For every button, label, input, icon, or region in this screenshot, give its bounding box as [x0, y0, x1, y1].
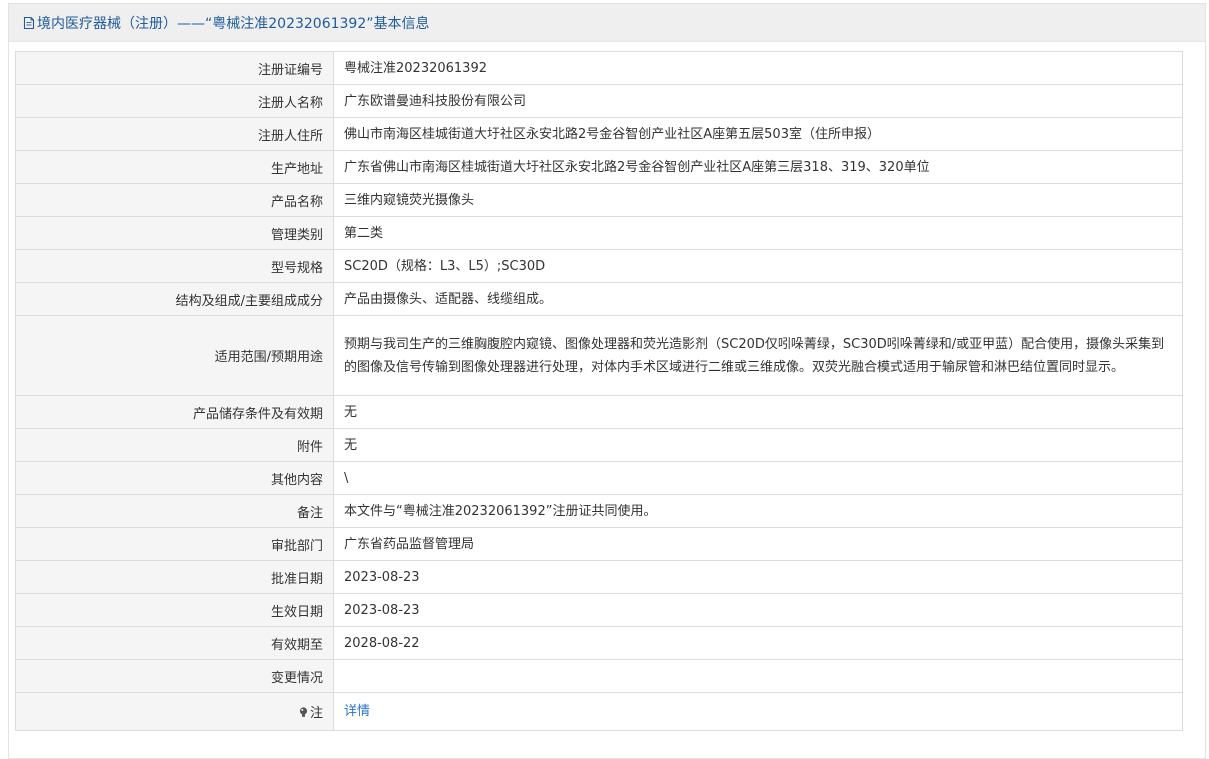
row-label: 注册人名称 — [15, 84, 334, 118]
row-value: 三维内窥镜荧光摄像头 — [333, 183, 1183, 217]
note-row: 注 详情 — [15, 692, 1183, 731]
table-row: 注册证编号 粤械注准20232061392 — [15, 51, 1183, 85]
row-label: 注册证编号 — [15, 51, 334, 85]
row-label: 生产地址 — [15, 150, 334, 184]
row-label: 附件 — [15, 428, 334, 462]
row-value: 2028-08-22 — [333, 626, 1183, 660]
table-row: 结构及组成/主要组成成分 产品由摄像头、适配器、线缆组成。 — [15, 282, 1183, 316]
row-value: \ — [333, 461, 1183, 495]
row-label: 其他内容 — [15, 461, 334, 495]
row-value: 预期与我司生产的三维胸腹腔内窥镜、图像处理器和荧光造影剂（SC20D仅吲哚菁绿，… — [333, 315, 1183, 396]
document-icon — [23, 16, 35, 30]
row-label: 注册人住所 — [15, 117, 334, 151]
info-bulb-icon — [299, 707, 308, 718]
table-row: 生效日期 2023-08-23 — [15, 593, 1183, 627]
row-label: 产品储存条件及有效期 — [15, 395, 334, 429]
table-row: 附件 无 — [15, 428, 1183, 462]
row-value: SC20D（规格：L3、L5）;SC30D — [333, 249, 1183, 283]
panel-header: 境内医疗器械（注册）——“粤械注准20232061392”基本信息 — [9, 4, 1205, 42]
row-value: 本文件与“粤械注准20232061392”注册证共同使用。 — [333, 494, 1183, 528]
row-value: 2023-08-23 — [333, 593, 1183, 627]
table-row: 批准日期 2023-08-23 — [15, 560, 1183, 594]
note-value-cell: 详情 — [333, 692, 1183, 731]
page-title: 境内医疗器械（注册）——“粤械注准20232061392”基本信息 — [37, 15, 430, 32]
row-label: 适用范围/预期用途 — [15, 315, 334, 396]
table-row: 产品名称 三维内窥镜荧光摄像头 — [15, 183, 1183, 217]
table-row: 产品储存条件及有效期 无 — [15, 395, 1183, 429]
table-row: 型号规格 SC20D（规格：L3、L5）;SC30D — [15, 249, 1183, 283]
table-row: 其他内容 \ — [15, 461, 1183, 495]
row-label: 管理类别 — [15, 216, 334, 250]
details-link[interactable]: 详情 — [344, 704, 370, 719]
row-label: 结构及组成/主要组成成分 — [15, 282, 334, 316]
row-value: 广东欧谱曼迪科技股份有限公司 — [333, 84, 1183, 118]
row-value: 粤械注准20232061392 — [333, 51, 1183, 85]
row-label: 型号规格 — [15, 249, 334, 283]
row-value: 第二类 — [333, 216, 1183, 250]
row-value: 产品由摄像头、适配器、线缆组成。 — [333, 282, 1183, 316]
row-label: 批准日期 — [15, 560, 334, 594]
row-value: 广东省佛山市南海区桂城街道大圩社区永安北路2号金谷智创产业社区A座第三层318、… — [333, 150, 1183, 184]
table-row: 注册人住所 佛山市南海区桂城街道大圩社区永安北路2号金谷智创产业社区A座第五层5… — [15, 117, 1183, 151]
table-row: 有效期至 2028-08-22 — [15, 626, 1183, 660]
table-row: 备注 本文件与“粤械注准20232061392”注册证共同使用。 — [15, 494, 1183, 528]
row-label: 有效期至 — [15, 626, 334, 660]
row-label: 变更情况 — [15, 659, 334, 693]
row-value: 佛山市南海区桂城街道大圩社区永安北路2号金谷智创产业社区A座第五层503室（住所… — [333, 117, 1183, 151]
table-row: 生产地址 广东省佛山市南海区桂城街道大圩社区永安北路2号金谷智创产业社区A座第三… — [15, 150, 1183, 184]
row-value — [333, 659, 1183, 693]
note-label: 注 — [309, 706, 323, 721]
table-row: 注册人名称 广东欧谱曼迪科技股份有限公司 — [15, 84, 1183, 118]
row-value: 广东省药品监督管理局 — [333, 527, 1183, 561]
row-label: 审批部门 — [15, 527, 334, 561]
table-row: 适用范围/预期用途 预期与我司生产的三维胸腹腔内窥镜、图像处理器和荧光造影剂（S… — [15, 315, 1183, 396]
row-value: 无 — [333, 428, 1183, 462]
row-label: 生效日期 — [15, 593, 334, 627]
table-row: 变更情况 — [15, 659, 1183, 693]
table-row: 管理类别 第二类 — [15, 216, 1183, 250]
note-label-cell: 注 — [15, 692, 334, 731]
row-value: 无 — [333, 395, 1183, 429]
info-table: 注册证编号 粤械注准20232061392 注册人名称 广东欧谱曼迪科技股份有限… — [15, 51, 1183, 731]
row-label: 备注 — [15, 494, 334, 528]
table-row: 审批部门 广东省药品监督管理局 — [15, 527, 1183, 561]
row-label: 产品名称 — [15, 183, 334, 217]
row-value: 2023-08-23 — [333, 560, 1183, 594]
